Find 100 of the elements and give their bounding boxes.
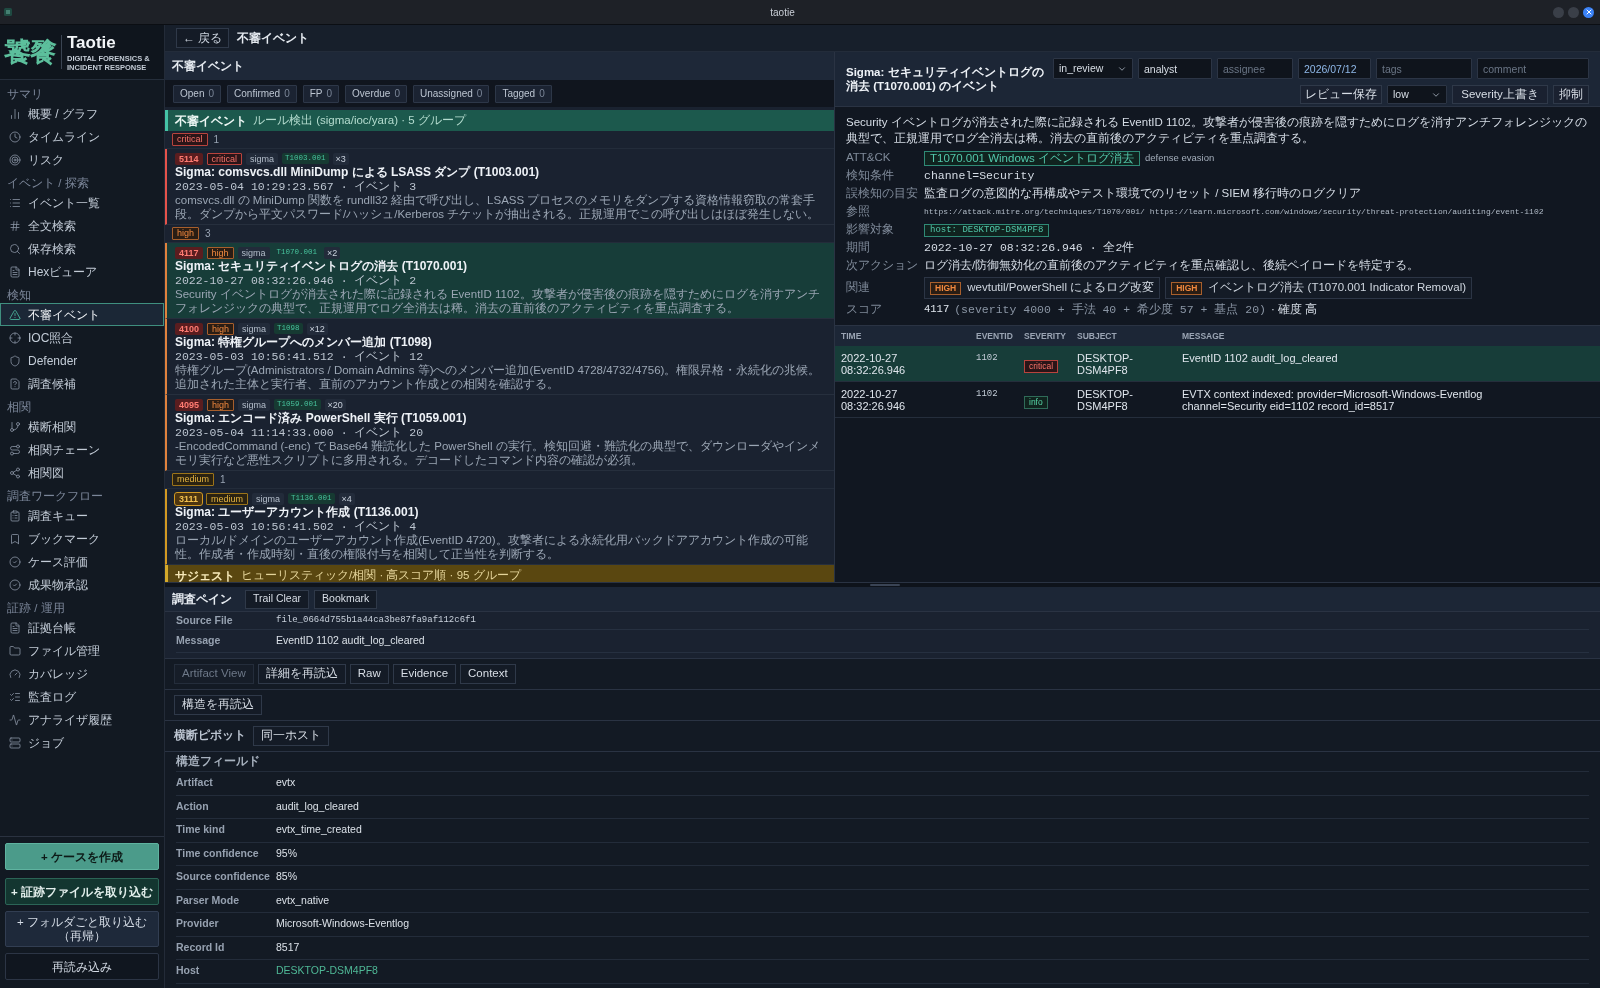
source-tag: sigma [252,492,285,505]
event-card[interactable] [165,319,834,395]
sidebar-item[interactable]: 横断相関 [0,415,164,438]
event-card[interactable] [165,243,834,319]
group-count: 1 [213,133,220,147]
sidebar-item[interactable]: 保存検索 [0,237,164,260]
sidebar-item[interactable]: 調査キュー [0,504,164,527]
table-cell-text: 1102 [976,352,999,365]
text-field[interactable]: tags [1376,58,1472,79]
pivot-button[interactable]: 同一ホスト [253,726,329,746]
reload-structure-button[interactable]: 構造を再読込 [174,695,262,715]
severity-select[interactable]: low [1387,85,1447,104]
sidebar-item[interactable]: ケース評価 [0,550,164,573]
clipboard-icon [9,509,21,522]
field-label: Time confidence [176,845,260,861]
back-button[interactable]: ← 戻る [176,28,230,48]
related-item[interactable]: HIGH イベントログ消去 (T1070.001 Indicator Removal) [1165,277,1473,299]
host-link[interactable]: DESKTOP-DSM4PF8 [276,963,378,980]
sidebar-action-button[interactable]: 再読み込み [5,953,159,980]
column-header: SEVERITY [1024,329,1068,343]
field-label: Action [176,798,210,814]
filter-chip[interactable]: FP 0 [302,84,340,103]
sidebar-item[interactable]: イベント一覧 [0,191,164,214]
reference-link[interactable]: https://attack.mitre.org/techniques/T1070/001/ [924,206,1145,218]
sidebar-item[interactable]: 監査ログ [0,685,164,708]
column-header: EVENTID [976,329,1014,343]
field-label: 参照 [846,204,871,220]
filter-chip[interactable]: Unassigned 0 [413,84,490,103]
related-item[interactable]: HIGH wevtutil/PowerShell によるログ改変 [924,277,1161,299]
sidebar-item[interactable]: IOC照合 [0,326,164,349]
field-label: Artifact [176,775,214,791]
group-title: サジェスト [175,567,235,582]
field-value: file_0664d755b1a44ca3be87fa9af112c6f1 [276,613,476,627]
sidebar-action-button[interactable]: + フォルダごと取り込む（再帰） [5,911,159,947]
event-title: Sigma: エンコード済み PowerShell 実行 (T1059.001) [175,411,468,426]
source-tag: sigma [238,398,271,411]
field-value: 2022-10-27 08:32:26.946 · 全2件 [924,240,1135,257]
sidebar-item[interactable]: ファイル管理 [0,639,164,662]
sidebar-item[interactable]: 相関図 [0,461,164,484]
text-field[interactable]: comment [1477,58,1589,79]
field-label: Source File [176,612,234,628]
sidebar-item[interactable]: ジョブ [0,731,164,754]
field-label: 期間 [846,240,871,256]
sidebar-action-button[interactable]: + 証跡ファイルを取り込む [5,878,159,905]
column-header: TIME [841,329,863,343]
sidebar-item[interactable]: 概要 / グラフ [0,102,164,125]
suppress-button[interactable]: 抑制 [1553,85,1589,104]
host-tag[interactable]: host: DESKTOP-DSM4PF8 [924,223,1050,237]
shield-icon [9,354,21,367]
table-cell-text: EventID 1102 audit_log_cleared [1182,352,1339,366]
view-tab[interactable]: Evidence [392,664,457,684]
detail-title: Sigma: セキュリティイベントログの消去 (T1070.001) のイベント [846,65,1045,93]
technique-tag[interactable]: T1070.001 Windows イベントログ消去 [924,150,1141,166]
close-button[interactable] [1583,6,1594,18]
text-field[interactable]: assignee [1217,58,1293,79]
filter-chip[interactable]: Confirmed 0 [227,84,297,103]
severity-badge: medium [206,492,249,505]
score-badge: 4100 [175,322,204,335]
view-tab[interactable]: Context [460,664,516,684]
severity-badge: critical [172,133,208,146]
table-cell-text: DESKTOP-DSM4PF8 [1077,388,1135,412]
sidebar-item[interactable]: 全文検索 [0,214,164,237]
field-label: スコア [846,302,883,318]
sidebar-item[interactable]: アナライザ履歴 [0,708,164,731]
event-card[interactable] [165,395,834,471]
sidebar-item[interactable]: 相関チェーン [0,438,164,461]
sidebar-item[interactable]: 調査候補 [0,372,164,395]
sidebar-item[interactable]: 証拠台帳 [0,616,164,639]
filter-chip[interactable]: Tagged 0 [495,84,552,103]
view-tab[interactable]: Raw [349,664,389,684]
event-title: Sigma: セキュリティイベントログの消去 (T1070.001) [175,259,469,274]
sidebar-item[interactable]: タイムライン [0,125,164,148]
sidebar-item[interactable]: 成果物承認 [0,573,164,596]
group-header[interactable]: 不審イベント ルール検出 (sigma/ioc/yara) · 5 グループ [165,110,834,131]
status-select[interactable]: in_review [1053,58,1133,79]
text-field[interactable]: analyst [1138,58,1212,79]
event-title: Sigma: comsvcs.dll MiniDump による LSASS ダンプ (T1003.001) [175,165,541,180]
view-tab[interactable]: 詳細を再読込 [257,664,346,684]
sidebar-item[interactable]: Hexビューア [0,260,164,283]
text-field[interactable]: 2026/07/12 [1298,58,1371,79]
sidebar-item[interactable]: ブックマーク [0,527,164,550]
table-row[interactable]: 2022-10-27 08:32:26.946 1102 critical DESKTOP-DSM4PF8 EventID 1102 audit_log_cleared [835,346,1600,382]
save-review-button[interactable]: レビュー保存 [1300,85,1382,104]
event-meta: 2023-05-03 10:56:41.502 · イベント 4 [175,520,418,533]
sidebar-item[interactable]: リスク [0,148,164,171]
reference-link[interactable]: https://learn.microsoft.com/windows/security/threat-protection/auditing/event-1102 [1149,206,1544,218]
score-badge: 3111 [175,492,203,505]
filter-chip[interactable]: Overdue 0 [345,84,407,103]
sidebar-item[interactable]: Defender [0,349,164,372]
event-description: 特権グループ(Administrators / Domain Admins 等)へのメンバー追加(EventID 4728/4732/4756)。権限昇格・永続化の兆候。追加された主体と実行者、直前のアカウント作成との相関を確認する。 [175,363,822,391]
group-header[interactable]: サジェスト ヒューリスティック/相関 · 高スコア順 · 95 グループ [165,565,834,582]
pane-button[interactable]: Trail Clear [245,589,310,609]
score-value: 4117 [924,302,950,318]
sidebar-item[interactable]: 不審イベント [0,303,164,326]
filter-chip[interactable]: Open 0 [173,84,222,103]
sidebar-item[interactable]: カバレッジ [0,662,164,685]
pane-button[interactable]: Bookmark [314,589,378,609]
override-button[interactable]: Severity上書き [1452,85,1548,104]
sidebar-action-button[interactable]: + ケースを作成 [5,843,159,870]
event-card[interactable] [165,149,834,225]
